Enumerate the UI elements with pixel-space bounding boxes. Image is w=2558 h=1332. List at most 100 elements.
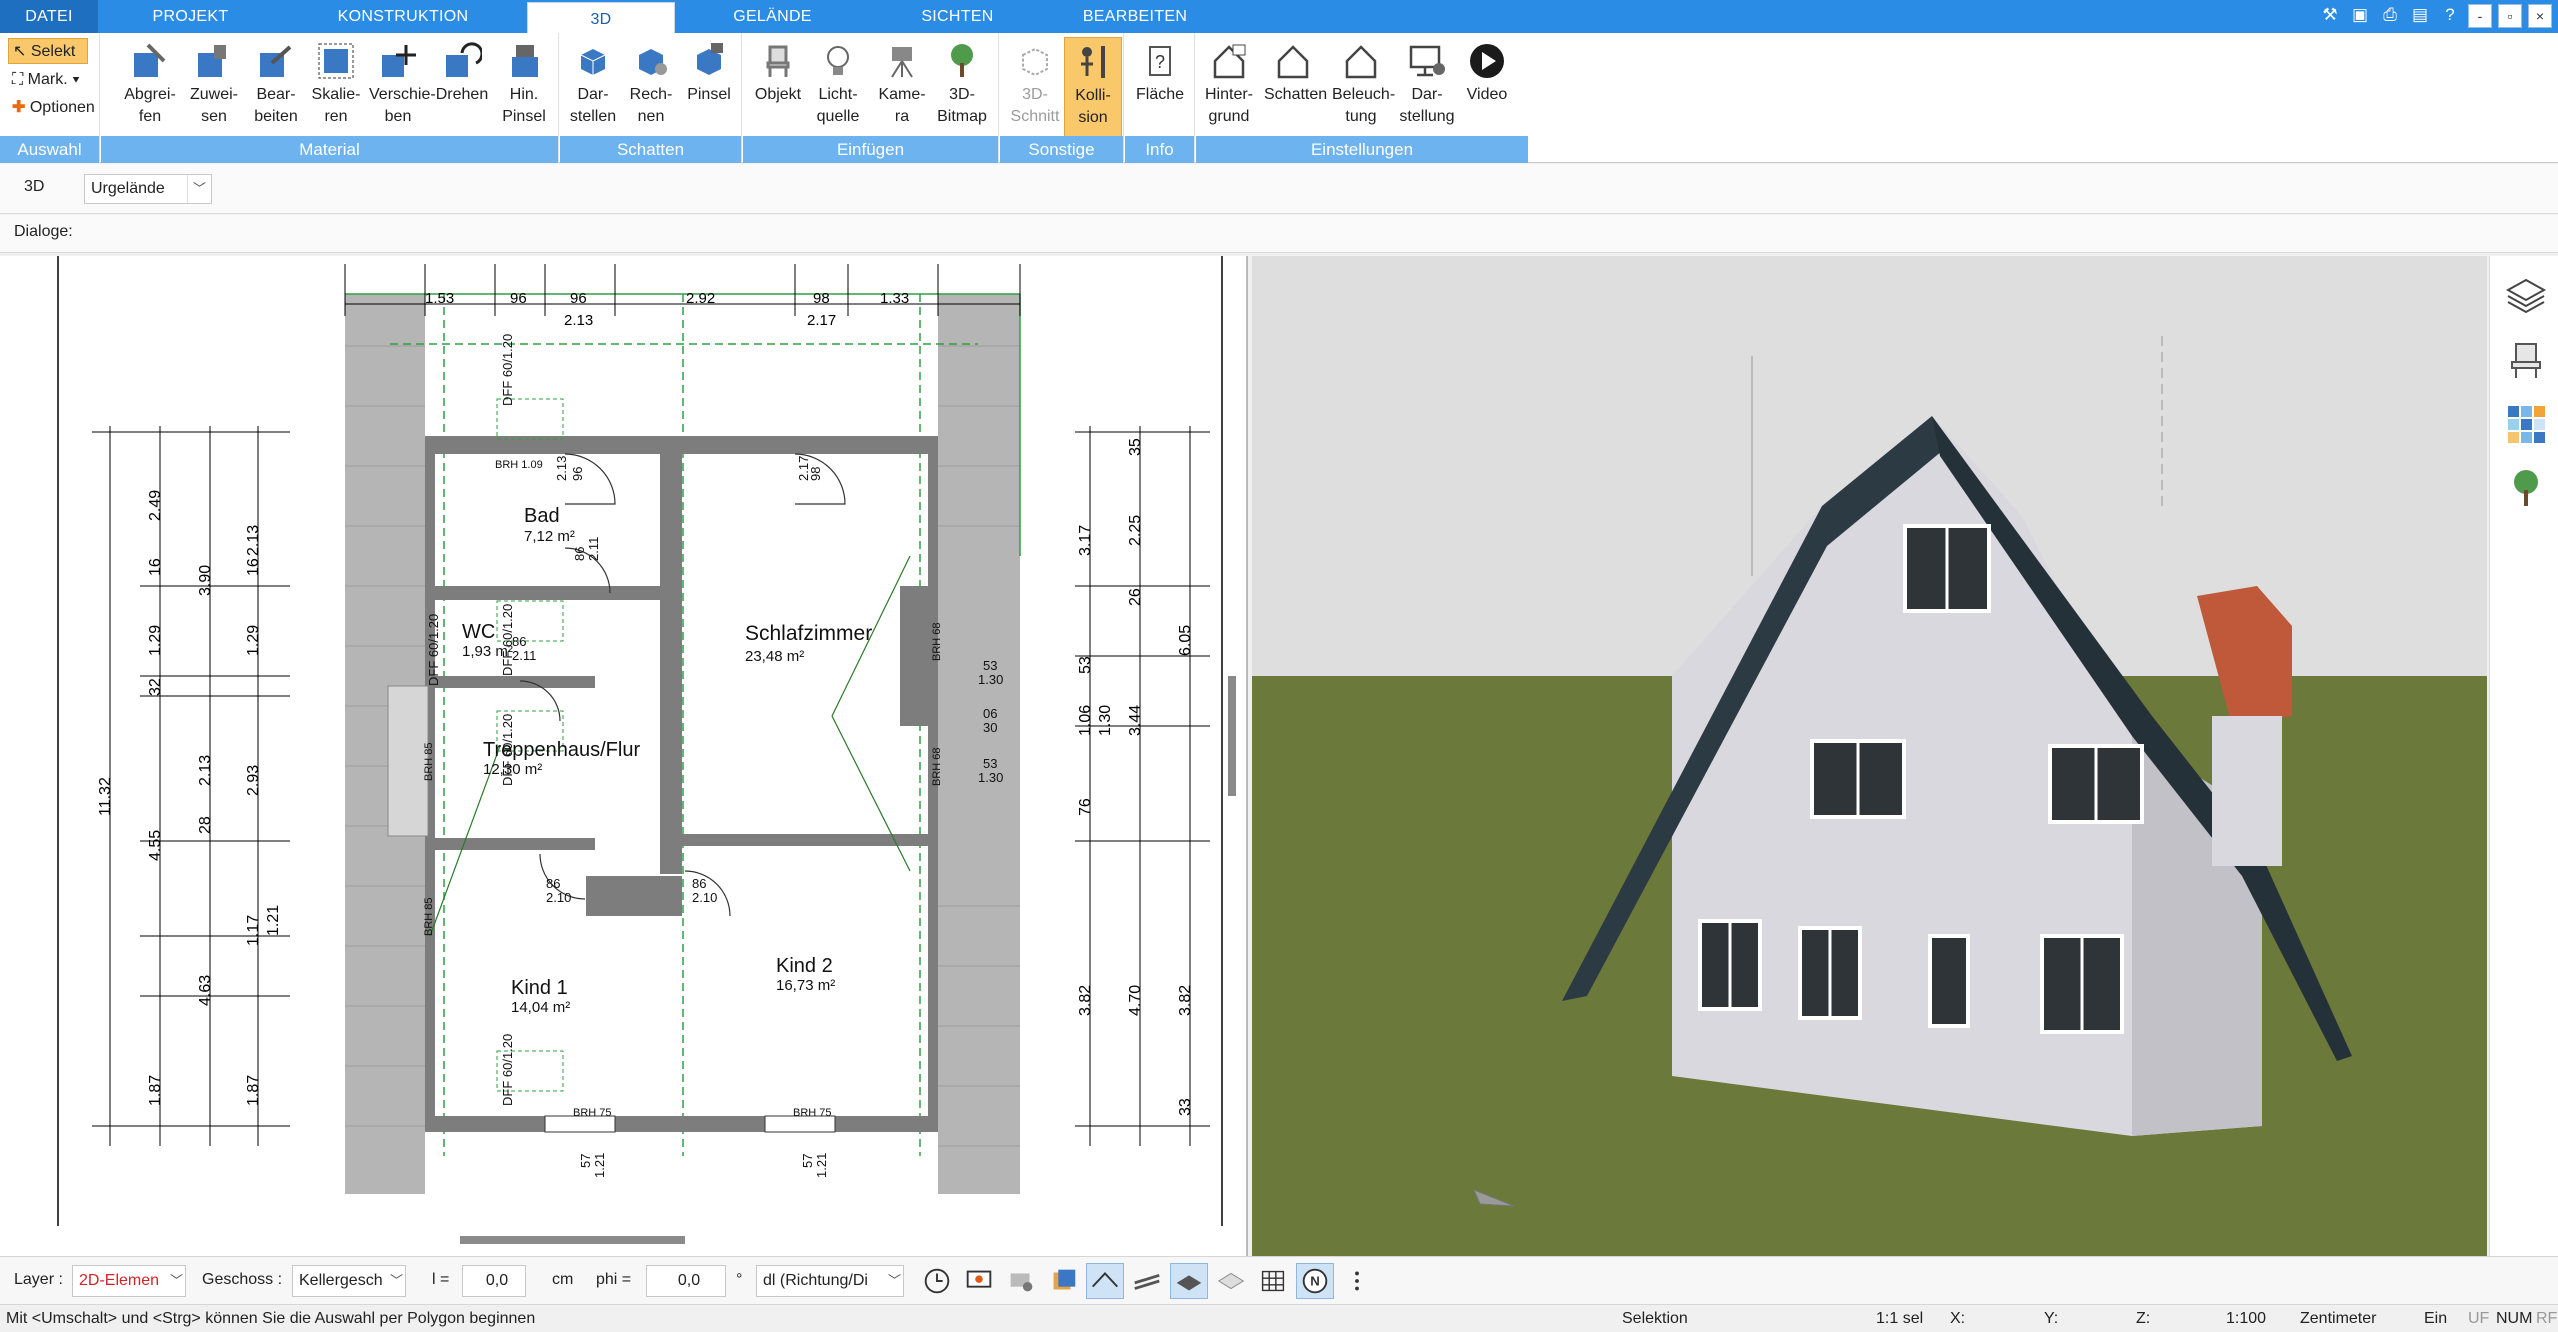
door-height-3: 2.11 xyxy=(586,537,601,561)
tab-datei[interactable]: DATEI xyxy=(0,0,98,33)
3d-view[interactable] xyxy=(1252,256,2487,1256)
shadow-show-button[interactable]: Dar-stellen xyxy=(564,37,622,137)
shadow-settings-button[interactable]: Schatten xyxy=(1264,37,1327,137)
print-icon[interactable]: ⎙ xyxy=(2378,4,2402,28)
status-z: Z: xyxy=(2136,1310,2151,1327)
dim-left-15: 32 xyxy=(147,678,164,696)
phi-input[interactable]: 0,0 xyxy=(646,1265,726,1297)
assign-material-icon xyxy=(198,45,226,77)
terrain-select[interactable]: Urgelände ﹀ xyxy=(84,174,212,204)
btn-l1: Bear- xyxy=(256,86,296,103)
group-label-einfuegen: Einfügen xyxy=(743,136,998,163)
grid-icon[interactable] xyxy=(1254,1263,1292,1299)
btn-l2: grund xyxy=(1208,108,1250,125)
monitor-icon[interactable] xyxy=(960,1263,998,1299)
group-label-material: Material xyxy=(101,136,558,163)
options-button[interactable]: ✚ Optionen xyxy=(8,95,95,121)
layout-icon[interactable]: ▤ xyxy=(2408,4,2432,28)
length-input[interactable]: 0,0 xyxy=(462,1265,526,1297)
material-rotate-button[interactable]: Drehen xyxy=(433,37,491,137)
direction-select[interactable]: dl (Richtung/Di ﹀ xyxy=(756,1265,904,1297)
dim-right-9: 3.82 xyxy=(1177,985,1194,1016)
house-shadow-icon xyxy=(1277,45,1309,79)
material-brush-button[interactable]: Hin. Pinsel xyxy=(495,37,553,137)
area-info-button[interactable]: ? Fläche xyxy=(1131,37,1189,137)
play-icon xyxy=(1470,44,1504,78)
btn-l2: stellung xyxy=(1399,108,1455,125)
dim-left-12: 2.93 xyxy=(245,765,262,796)
display-button[interactable]: Dar-stellung xyxy=(1398,37,1456,137)
help-icon[interactable]: ? xyxy=(2438,4,2462,28)
tab-bearbeiten[interactable]: BEARBEITEN xyxy=(1045,0,1225,33)
plane-snap-icon[interactable] xyxy=(1170,1263,1208,1299)
materials-icon[interactable] xyxy=(2504,402,2548,446)
layers-icon[interactable] xyxy=(2504,274,2548,318)
btn-l1: Kame- xyxy=(878,86,926,103)
material-edit-button[interactable]: Bear-beiten xyxy=(247,37,305,137)
lightbulb-icon xyxy=(827,46,849,75)
area-question-icon: ? xyxy=(1149,46,1171,76)
floor-plan-view[interactable]: Bad 7,12 m² WC 1,93 m² Schlafzimmer 23,4… xyxy=(0,256,1248,1256)
status-y: Y: xyxy=(2044,1310,2059,1327)
rotate-icon xyxy=(446,42,482,77)
status-x: X: xyxy=(1950,1310,1966,1327)
shadow-calc-button[interactable]: Rech-nen xyxy=(622,37,680,137)
horizontal-scrollbar[interactable] xyxy=(460,1236,685,1244)
3d-section-button[interactable]: 3D- Schnitt xyxy=(1006,37,1064,137)
background-button[interactable]: Hinter-grund xyxy=(1200,37,1258,137)
material-assign-button[interactable]: Zuwei-sen xyxy=(185,37,243,137)
material-pick-button[interactable]: Abgrei-fen xyxy=(121,37,179,137)
mark-tool[interactable]: ⛶ Mark. ▾ xyxy=(8,67,80,93)
tab-projekt[interactable]: PROJEKT xyxy=(98,0,283,33)
wall-snap-icon[interactable] xyxy=(1128,1263,1166,1299)
north-icon[interactable]: N xyxy=(1296,1263,1334,1299)
clock-icon[interactable] xyxy=(918,1263,956,1299)
render-icon[interactable] xyxy=(1002,1263,1040,1299)
close-button[interactable]: × xyxy=(2528,4,2552,28)
insert-light-button[interactable]: Licht-quelle xyxy=(809,37,867,137)
dialog-toolbar: Dialoge: xyxy=(0,215,2558,253)
vertical-scrollbar[interactable] xyxy=(1228,676,1236,796)
insert-bitmap-button[interactable]: 3D- Bitmap xyxy=(933,37,991,137)
room-name-schlafzimmer: Schlafzimmer xyxy=(745,622,872,645)
restore-button[interactable]: ▫ xyxy=(2498,4,2522,28)
btn-l1: 3D- xyxy=(949,86,975,103)
select-tool[interactable]: ↖ Selekt xyxy=(8,38,88,64)
layer-select[interactable]: 2D-Elemen ﹀ xyxy=(72,1265,186,1297)
tab-3d[interactable]: 3D xyxy=(527,2,675,33)
video-button[interactable]: Video xyxy=(1458,37,1516,137)
door-width-1: 86 xyxy=(546,876,560,891)
insert-camera-button[interactable]: Kame-ra xyxy=(873,37,931,137)
layer-snap-icon[interactable] xyxy=(1212,1263,1250,1299)
tab-gelaende[interactable]: GELÄNDE xyxy=(675,0,870,33)
door-height-1: 2.10 xyxy=(546,890,571,905)
material-move-button[interactable]: Verschie-ben xyxy=(369,37,436,137)
btn-l2: Pinsel xyxy=(502,108,546,125)
bottom-dim-1b: 1.21 xyxy=(592,1153,607,1178)
direction-value: dl (Richtung/Di xyxy=(763,1272,868,1289)
more-icon[interactable] xyxy=(1338,1263,1376,1299)
btn-l2: Schnitt xyxy=(1010,108,1060,125)
collision-button[interactable]: Kolli-sion xyxy=(1064,37,1122,137)
dim-left-10: 2.13 xyxy=(245,525,262,556)
tab-sichten[interactable]: SICHTEN xyxy=(870,0,1045,33)
save-icon[interactable]: ▣ xyxy=(2348,4,2372,28)
shadow-brush-button[interactable]: Pinsel xyxy=(680,37,738,137)
tools-icon[interactable]: ⚒ xyxy=(2318,4,2342,28)
material-scale-button[interactable]: Skalie-ren xyxy=(307,37,365,137)
dim-right-10: 53 xyxy=(1077,656,1094,674)
window-controls: ⚒ ▣ ⎙ ▤ ? - ▫ × xyxy=(2318,4,2552,28)
plants-icon[interactable] xyxy=(2504,466,2548,510)
lighting-button[interactable]: Beleuch-tung xyxy=(1332,37,1395,137)
roof-snap-icon[interactable] xyxy=(1086,1263,1124,1299)
furniture-icon[interactable] xyxy=(2504,338,2548,382)
btn-l1: Drehen xyxy=(435,86,489,103)
phi-label: phi = xyxy=(596,1271,632,1288)
tab-konstruktion[interactable]: KONSTRUKTION xyxy=(283,0,523,33)
cube-icon[interactable] xyxy=(1044,1263,1082,1299)
geschoss-select[interactable]: Kellergesch ﹀ xyxy=(292,1265,406,1297)
win-right-3b: 1.30 xyxy=(978,770,1003,785)
insert-object-button[interactable]: Objekt xyxy=(749,37,807,137)
minimize-button[interactable]: - xyxy=(2468,4,2492,28)
status-hint: Mit <Umschalt> und <Strg> können Sie die… xyxy=(6,1310,536,1327)
